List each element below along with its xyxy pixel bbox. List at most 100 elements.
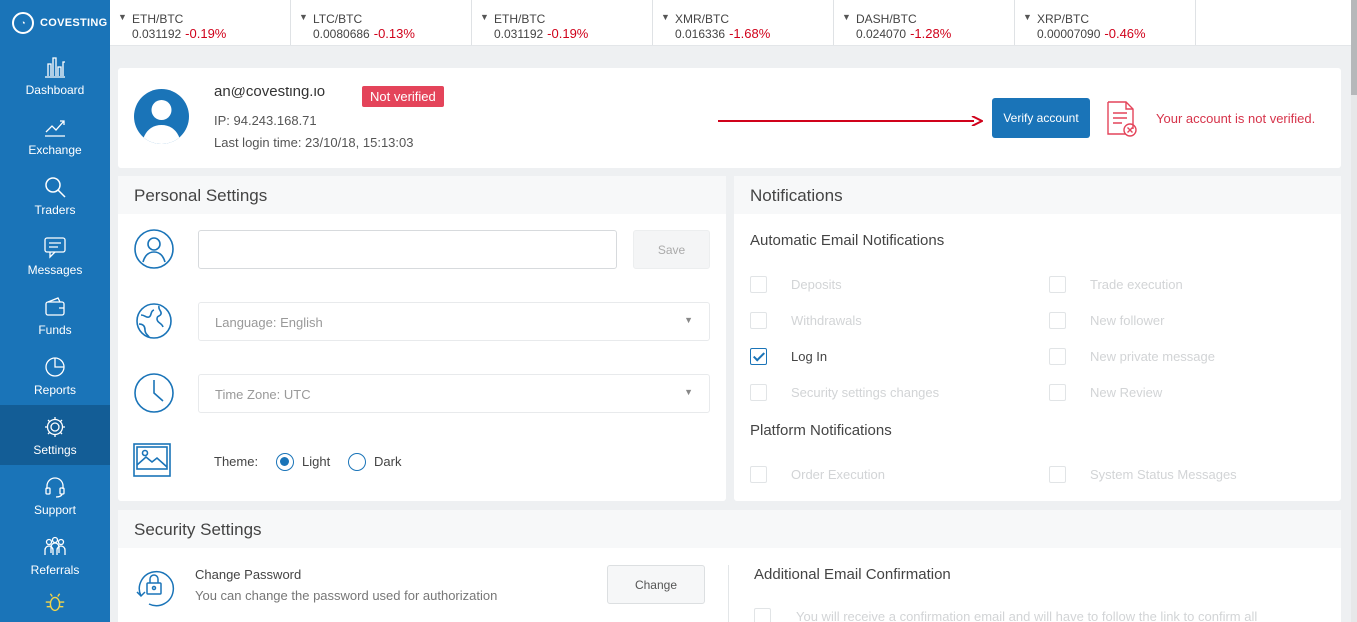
trade-execution-checkbox[interactable] xyxy=(1049,276,1066,293)
new-review-checkbox[interactable] xyxy=(1049,384,1066,401)
divider xyxy=(728,565,729,622)
new-follower-label: New follower xyxy=(1090,313,1165,328)
ticker-item[interactable]: ▼ XRP/BTC 0.00007090 -0.46% xyxy=(1015,0,1196,45)
ticker-pair: LTC/BTC xyxy=(313,12,363,26)
ticker-item[interactable]: ▼ DASH/BTC 0.024070 -1.28% xyxy=(834,0,1015,45)
ticker-change: -0.19% xyxy=(185,26,227,41)
image-icon xyxy=(133,443,171,477)
sidebar-item-settings[interactable]: Settings xyxy=(0,405,110,465)
sidebar-item-support[interactable]: Support xyxy=(0,465,110,525)
language-select-value: Language: English xyxy=(215,315,323,330)
sidebar-item-label: Support xyxy=(33,502,77,517)
sidebar-item-traders[interactable]: Traders xyxy=(0,165,110,225)
search-icon xyxy=(45,176,66,198)
chevron-down-icon: ▼ xyxy=(661,12,670,22)
user-silhouette-icon xyxy=(142,100,181,144)
ticker-pair: ETH/BTC xyxy=(494,12,546,26)
ticker-item[interactable]: ▼ ETH/BTC 0.031192 -0.19% xyxy=(472,0,653,45)
sidebar-item-funds[interactable]: Funds xyxy=(0,285,110,345)
scrollbar-thumb[interactable] xyxy=(1351,0,1357,95)
logo[interactable]: ◔ COVESTING xyxy=(0,0,110,45)
order-execution-checkbox[interactable] xyxy=(750,466,767,483)
theme-label: Theme: xyxy=(214,454,259,469)
security-changes-checkbox[interactable] xyxy=(750,384,767,401)
verify-account-button[interactable]: Verify account xyxy=(992,98,1090,138)
theme-light-radio[interactable] xyxy=(276,453,294,471)
user-ip: IP: 94.243.168.71 xyxy=(214,113,317,128)
ticker-price: 0.0080686 xyxy=(313,27,370,41)
timezone-select[interactable]: Time Zone: UTC ▼ xyxy=(198,374,710,413)
sidebar-item-messages[interactable]: Messages xyxy=(0,225,110,285)
sidebar-item-exchange[interactable]: Exchange xyxy=(0,105,110,165)
ticker-item[interactable]: ▼ XMR/BTC 0.016336 -1.68% xyxy=(653,0,834,45)
sidebar-item-label: Referrals xyxy=(30,562,80,577)
chevron-down-icon: ▼ xyxy=(1023,12,1032,22)
system-status-checkbox[interactable] xyxy=(1049,466,1066,483)
sidebar-item-label: Settings xyxy=(33,442,77,457)
personal-settings-title: Personal Settings xyxy=(118,176,726,214)
page-scrollbar[interactable] xyxy=(1351,0,1357,622)
order-execution-label: Order Execution xyxy=(791,467,885,482)
ticker-item[interactable]: ▼ LTC/BTC 0.0080686 -0.13% xyxy=(291,0,472,45)
deposits-checkbox[interactable] xyxy=(750,276,767,293)
ticker-pair: ETH/BTC xyxy=(132,12,184,26)
save-button[interactable]: Save xyxy=(633,230,710,269)
sidebar-item-referrals[interactable]: Referrals xyxy=(0,525,110,585)
avatar xyxy=(134,89,189,144)
last-login: Last login time: 23/10/18, 15:13:03 xyxy=(214,135,414,150)
language-select[interactable]: Language: English ▼ xyxy=(198,302,710,341)
theme-dark-label: Dark xyxy=(374,454,402,469)
name-input[interactable] xyxy=(198,230,617,269)
ticker-price: 0.00007090 xyxy=(1037,27,1101,41)
security-settings-card: Security Settings Change Password You ca… xyxy=(118,510,1341,622)
sidebar-item-dashboard[interactable]: Dashboard xyxy=(0,45,110,105)
ticker-price: 0.024070 xyxy=(856,27,907,41)
theme-dark-radio[interactable] xyxy=(348,453,366,471)
ticker-price: 0.031192 xyxy=(494,27,544,41)
sidebar-item-label: Funds xyxy=(38,322,72,337)
chevron-down-icon: ▼ xyxy=(118,12,127,22)
not-verified-message: Your account is not verified. xyxy=(1156,111,1316,126)
security-changes-label: Security settings changes xyxy=(791,385,940,400)
new-private-message-checkbox[interactable] xyxy=(1049,348,1066,365)
logo-mark-icon: ◔ xyxy=(12,11,34,34)
user-circle-icon xyxy=(134,229,174,269)
ticker-change: -0.13% xyxy=(373,26,415,41)
sidebar-item-reports[interactable]: Reports xyxy=(0,345,110,405)
sidebar-item-label: Messages xyxy=(27,262,83,277)
gear-icon xyxy=(45,416,65,437)
wallet-icon xyxy=(45,296,65,316)
withdrawals-checkbox[interactable] xyxy=(750,312,767,329)
ticker-bar: ▼ ETH/BTC 0.031192 -0.19% ▼ LTC/BTC 0.008… xyxy=(110,0,1357,46)
additional-email-description: You will receive a confirmation email an… xyxy=(796,609,1258,622)
bug-icon xyxy=(45,593,65,612)
change-password-button[interactable]: Change xyxy=(607,565,705,604)
login-label: Log In xyxy=(791,349,828,364)
dashboard-icon xyxy=(45,56,65,78)
sidebar-item-label: Dashboard xyxy=(25,82,85,97)
security-settings-title: Security Settings xyxy=(118,510,1341,548)
ticker-item[interactable]: ▼ ETH/BTC 0.031192 -0.19% xyxy=(110,0,291,45)
login-checkbox[interactable] xyxy=(750,348,767,365)
caret-down-icon: ▼ xyxy=(684,387,693,397)
chevron-down-icon: ▼ xyxy=(480,12,489,22)
ticker-change: -0.46% xyxy=(1104,26,1146,41)
ticker-price: 0.016336 xyxy=(675,27,726,41)
headset-icon xyxy=(45,476,65,498)
document-rejected-icon xyxy=(1107,101,1137,137)
new-private-message-label: New private message xyxy=(1090,349,1215,364)
chevron-down-icon: ▼ xyxy=(842,12,851,22)
status-badge: Not verified xyxy=(362,86,444,107)
theme-light-label: Light xyxy=(302,454,331,469)
sidebar-item-bug[interactable] xyxy=(0,585,110,615)
deposits-label: Deposits xyxy=(791,277,842,292)
timezone-select-value: Time Zone: UTC xyxy=(215,387,311,402)
lock-refresh-icon xyxy=(136,570,175,607)
trade-execution-label: Trade execution xyxy=(1090,277,1183,292)
additional-email-title: Additional Email Confirmation xyxy=(754,566,951,583)
new-follower-checkbox[interactable] xyxy=(1049,312,1066,329)
additional-email-checkbox[interactable] xyxy=(754,608,771,622)
ticker-pair: XRP/BTC xyxy=(1037,12,1090,26)
profile-card: an@covesting.io Not verified IP: 94.243.… xyxy=(118,68,1341,168)
sidebar-item-label: Reports xyxy=(33,382,77,397)
